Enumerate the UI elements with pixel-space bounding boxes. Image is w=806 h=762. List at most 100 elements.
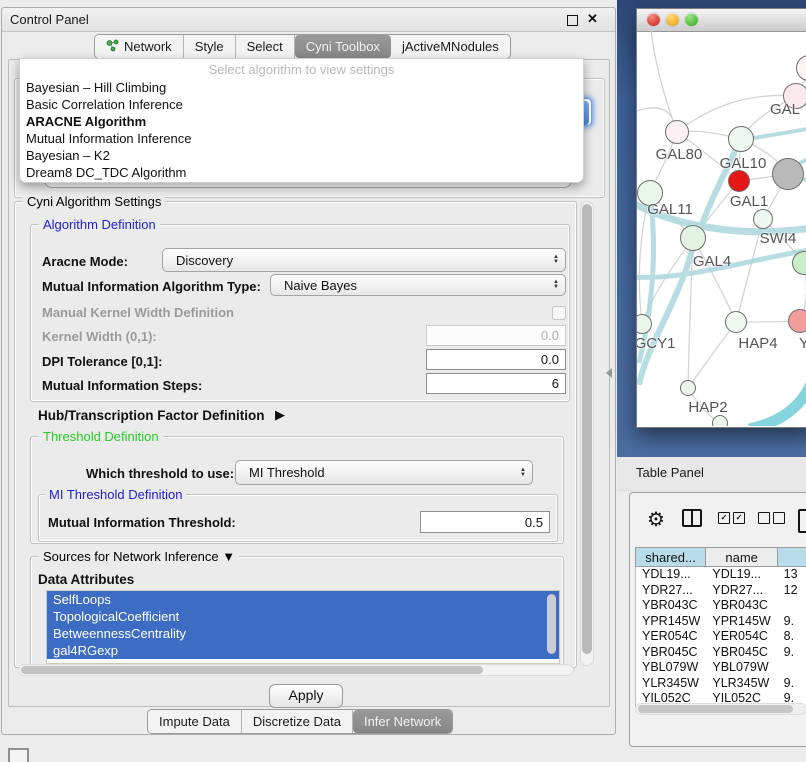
list-scrollbar-thumb[interactable] xyxy=(547,594,556,654)
aracne-mode-value: Discovery xyxy=(176,253,233,268)
close-traffic-light-icon[interactable] xyxy=(647,13,660,26)
network-node-gal10[interactable] xyxy=(728,126,754,152)
which-threshold-combo[interactable]: MI Threshold ▲▼ xyxy=(235,460,533,485)
network-node-y[interactable] xyxy=(788,309,806,333)
aracne-mode-label: Aracne Mode: xyxy=(42,254,128,269)
sources-title-text: Sources for Network Inference xyxy=(43,549,219,564)
network-icon xyxy=(106,39,119,55)
tab-infer-network[interactable]: Infer Network xyxy=(353,710,452,733)
table-cell: 12 xyxy=(778,583,806,599)
table-cell: YBL079W xyxy=(636,660,706,676)
algorithm-option-aracne-algorithm[interactable]: ARACNE Algorithm xyxy=(24,113,579,130)
deselect-all-checkboxes-icon[interactable] xyxy=(758,509,788,525)
column-header-extra[interactable] xyxy=(778,547,806,567)
minimize-traffic-light-icon[interactable] xyxy=(666,13,679,26)
hub-definition-label[interactable]: Hub/Transcription Factor Definition xyxy=(38,408,265,423)
mi-threshold-field[interactable]: 0.5 xyxy=(420,511,550,533)
table-row[interactable]: YPR145WYPR145W9. xyxy=(636,614,806,630)
float-window-icon[interactable] xyxy=(567,15,578,26)
node-label: GAL11 xyxy=(647,201,693,218)
control-panel-titlebar: Control Panel ✕ xyxy=(2,8,615,32)
document-icon[interactable] xyxy=(798,509,806,533)
network-node-hap2[interactable] xyxy=(680,380,696,396)
table-cell: YBL079W xyxy=(706,660,777,676)
dpi-tolerance-field[interactable]: 0.0 xyxy=(426,349,566,370)
gear-icon[interactable]: ⚙ xyxy=(647,509,665,531)
panel-corner-grip[interactable] xyxy=(8,748,29,762)
node-label: HAP2 xyxy=(688,399,727,416)
zoom-traffic-light-icon[interactable] xyxy=(685,13,698,26)
tab-label: Cyni Toolbox xyxy=(306,39,380,54)
network-node-hap4[interactable] xyxy=(725,311,747,333)
splitter-collapse-arrow[interactable] xyxy=(606,368,612,378)
node-label: GAL1 xyxy=(730,193,768,210)
tab-network[interactable]: Network xyxy=(95,35,184,58)
attribute-item-betweennesscentrality[interactable]: BetweennessCentrality xyxy=(47,625,559,642)
horizontal-scrollbar[interactable] xyxy=(18,664,574,676)
network-node-gal4[interactable] xyxy=(680,225,706,251)
close-icon[interactable]: ✕ xyxy=(587,11,598,27)
table-row[interactable]: YBR043CYBR043C xyxy=(636,598,806,614)
tab-impute-data[interactable]: Impute Data xyxy=(148,710,242,733)
table-cell: YDR27... xyxy=(636,583,706,599)
top-tab-bar: NetworkStyleSelect Cyni Toolbox jActiveMNo… xyxy=(94,34,511,59)
manual-kernel-checkbox[interactable] xyxy=(552,306,566,320)
table-row[interactable]: YBL079WYBL079W xyxy=(636,660,806,676)
algorithm-option-bayesian-hill-climbing[interactable]: Bayesian – Hill Climbing xyxy=(24,79,579,96)
table-row[interactable]: YER054CYER054C8. xyxy=(636,629,806,645)
tab-label: jActiveMNodules xyxy=(402,39,499,54)
kernel-width-field[interactable]: 0.0 xyxy=(426,325,566,346)
table-cell: 9. xyxy=(778,676,806,692)
network-node-swi4[interactable] xyxy=(753,209,773,229)
apply-button[interactable]: Apply xyxy=(269,684,343,708)
algorithm-option-mutual-information-inference[interactable]: Mutual Information Inference xyxy=(24,130,579,147)
table-row[interactable]: YDR27...YDR27...12 xyxy=(636,583,806,599)
node-label: Y xyxy=(799,335,806,352)
table-cell: YBR043C xyxy=(636,598,706,614)
table-cell: 13 xyxy=(778,567,806,583)
combo-stepper-icon: ▲▼ xyxy=(553,255,559,265)
scrollbar-thumb[interactable] xyxy=(21,666,483,674)
mi-steps-field[interactable]: 6 xyxy=(426,373,566,394)
tab-discretize-data[interactable]: Discretize Data xyxy=(242,710,353,733)
table-cell: YDL19... xyxy=(636,567,706,583)
mi-type-combo[interactable]: Naive Bayes ▲▼ xyxy=(270,274,566,296)
algorithm-option-basic-correlation-inference[interactable]: Basic Correlation Inference xyxy=(24,96,579,113)
network-canvas[interactable]: GALGAL80GAL10GAL1GAL11SWI4GAL4GCY1HAP4YH… xyxy=(637,31,806,426)
table-horizontal-scrollbar[interactable] xyxy=(635,703,806,715)
table-row[interactable]: YLR345WYLR345W9. xyxy=(636,676,806,692)
screen: Control Panel ✕ NetworkStyleSelect Cyni T… xyxy=(0,0,806,762)
network-node[interactable] xyxy=(712,415,728,426)
expanded-arrow-icon[interactable]: ▼ xyxy=(222,549,235,564)
tab-jactivemnodules[interactable]: jActiveMNodules xyxy=(391,35,510,58)
column-header-name[interactable]: name xyxy=(706,547,778,567)
attribute-item-selfloops[interactable]: SelfLoops xyxy=(47,591,559,608)
attribute-item-gal4rgexp[interactable]: gal4RGexp xyxy=(47,642,559,659)
algorithm-option-bayesian-k2[interactable]: Bayesian – K2 xyxy=(24,147,579,164)
network-node[interactable] xyxy=(772,158,804,190)
tab-style[interactable]: Style xyxy=(184,35,236,58)
network-window-titlebar[interactable] xyxy=(637,9,806,32)
collapsed-arrow-icon[interactable]: ▶ xyxy=(275,407,285,423)
data-attributes-list: SelfLoopsTopologicalCoefficientBetweenne… xyxy=(46,590,560,664)
table-row[interactable]: YBR045CYBR045C9. xyxy=(636,645,806,661)
tab-select[interactable]: Select xyxy=(236,35,295,58)
threshold-definition-title: Threshold Definition xyxy=(39,429,163,444)
combo-stepper-icon: ▲▼ xyxy=(553,280,559,290)
scrollbar-thumb[interactable] xyxy=(638,705,793,713)
attribute-item-topologicalcoefficient[interactable]: TopologicalCoefficient xyxy=(47,608,559,625)
select-all-checkboxes-icon[interactable]: ✓ ✓ xyxy=(718,509,748,525)
network-node-gal1[interactable] xyxy=(728,170,750,192)
aracne-mode-combo[interactable]: Discovery ▲▼ xyxy=(162,248,566,272)
columns-icon[interactable] xyxy=(682,509,702,527)
algorithm-option-dream8-dc-tdc-algorithm[interactable]: Dream8 DC_TDC Algorithm xyxy=(24,164,579,181)
scrollbar-thumb[interactable] xyxy=(582,204,592,654)
column-header-shared[interactable]: shared... xyxy=(635,547,706,567)
table-row[interactable]: YDL19...YDL19...13 xyxy=(636,567,806,583)
tab-cyni-toolbox[interactable]: Cyni Toolbox xyxy=(295,35,391,58)
node-label: GAL10 xyxy=(720,155,767,172)
network-node-gal80[interactable] xyxy=(665,120,689,144)
settings-scrollbar[interactable] xyxy=(580,201,594,666)
table-cell: 9. xyxy=(778,614,806,630)
node-label: GAL xyxy=(770,101,800,118)
